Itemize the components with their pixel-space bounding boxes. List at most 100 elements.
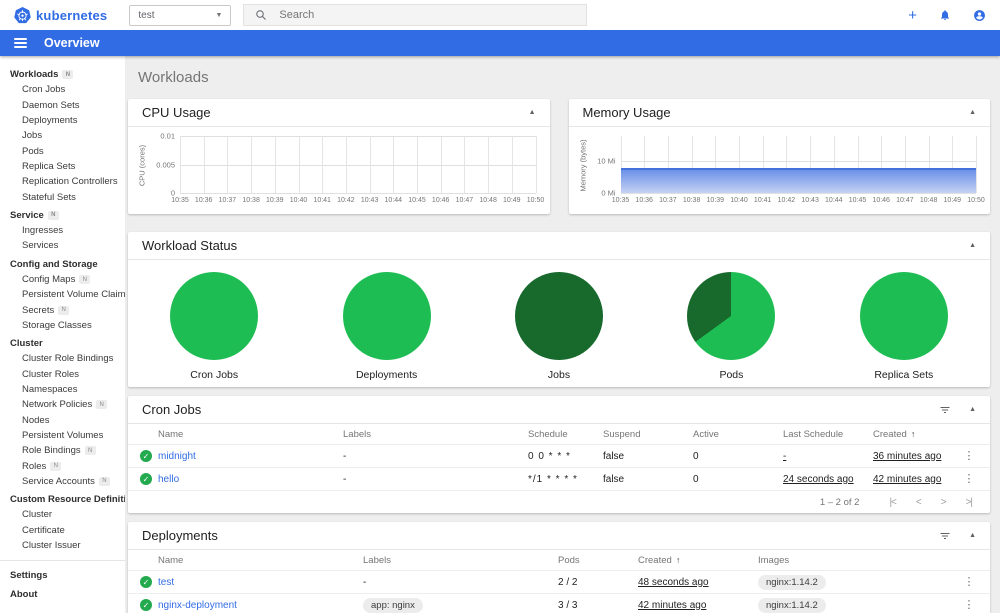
sidebar-item-jobs[interactable]: Jobs: [0, 128, 125, 143]
sidebar-item-nodes[interactable]: Nodes: [0, 413, 125, 428]
column-header-name[interactable]: Name: [158, 555, 363, 566]
sidebar-item-deployments[interactable]: Deployments: [0, 113, 125, 128]
column-header-labels[interactable]: Labels: [343, 429, 528, 440]
first-page-icon[interactable]: |<: [889, 497, 897, 508]
row-menu-button[interactable]: ⋮: [964, 577, 975, 588]
sidebar-item-cluster-role-bindings[interactable]: Cluster Role Bindings: [0, 351, 125, 366]
namespaced-badge: N: [96, 400, 108, 410]
sidebar-group-custom-resource-definitions[interactable]: Custom Resource Definitions: [0, 492, 125, 507]
labels-cell: -: [363, 576, 367, 588]
last-page-icon[interactable]: >|: [966, 497, 974, 508]
sidebar-item-cluster[interactable]: Cluster: [0, 507, 125, 522]
sidebar-group-service[interactable]: Service N: [0, 208, 125, 223]
sidebar-item-cluster-issuer[interactable]: Cluster Issuer: [0, 538, 125, 553]
resource-link[interactable]: hello: [158, 474, 179, 485]
label-chip: app: nginx: [363, 597, 423, 613]
row-menu-button[interactable]: ⋮: [964, 474, 975, 485]
namespace-selector[interactable]: test ▼: [129, 4, 232, 26]
status-ok-icon: ✓: [140, 450, 152, 462]
x-tick-label: 10:40: [730, 197, 748, 204]
pie-label: Pods: [719, 369, 744, 381]
x-tick-label: 10:45: [848, 197, 867, 204]
sidebar-item-namespaces[interactable]: Namespaces: [0, 382, 125, 397]
pie-chart[interactable]: [687, 272, 776, 360]
y-tick-label: 10 Mi: [597, 156, 616, 165]
sidebar-item-ingresses[interactable]: Ingresses: [0, 223, 125, 238]
create-resource-button[interactable]: +: [908, 8, 917, 23]
resource-link[interactable]: test: [158, 577, 174, 588]
last-schedule-cell: -: [783, 451, 873, 462]
x-tick-label: 10:35: [611, 197, 630, 204]
y-tick-label: 0.005: [156, 160, 175, 169]
workload-status-pies: Cron Jobs Deployments Jobs Pods Replica Sets: [128, 260, 990, 381]
x-tick-label: 10:50: [967, 197, 985, 204]
images-cell: nginx:1.14.2: [758, 574, 956, 590]
sidebar-item-label: Config Maps: [22, 274, 76, 285]
collapse-icon[interactable]: ▲: [969, 532, 976, 539]
next-page-icon[interactable]: >: [941, 497, 947, 508]
collapse-icon[interactable]: ▲: [969, 406, 976, 413]
sidebar-item-stateful-sets[interactable]: Stateful Sets: [0, 189, 125, 204]
sidebar-group-settings[interactable]: Settings: [0, 568, 125, 583]
filter-icon[interactable]: [939, 530, 951, 542]
resource-link[interactable]: nginx-deployment: [158, 600, 237, 611]
menu-icon[interactable]: [14, 37, 27, 49]
sidebar-item-storage-classes[interactable]: Storage Classes: [0, 318, 125, 333]
sidebar-item-roles[interactable]: Roles N: [0, 458, 125, 473]
card-title: Memory Usage: [582, 105, 671, 120]
notifications-icon[interactable]: [939, 9, 951, 21]
collapse-icon[interactable]: ▲: [529, 109, 536, 116]
sidebar-group-workloads[interactable]: Workloads N: [0, 67, 125, 82]
sidebar-item-replica-sets[interactable]: Replica Sets: [0, 159, 125, 174]
sidebar-item-replication-controllers[interactable]: Replication Controllers: [0, 174, 125, 189]
kubernetes-logo[interactable]: kubernetes: [14, 6, 107, 24]
pie-chart[interactable]: [342, 272, 431, 360]
sidebar-item-persistent-volumes[interactable]: Persistent Volumes: [0, 428, 125, 443]
column-header-created[interactable]: Created ↑: [873, 429, 956, 440]
sidebar-item-pods[interactable]: Pods: [0, 143, 125, 158]
sidebar-item-services[interactable]: Services: [0, 238, 125, 253]
pie-chart[interactable]: [859, 272, 948, 360]
column-header-labels[interactable]: Labels: [363, 555, 558, 566]
previous-page-icon[interactable]: <: [916, 497, 922, 508]
pie-chart[interactable]: [515, 272, 604, 360]
row-menu-button[interactable]: ⋮: [964, 451, 975, 462]
namespaced-badge: N: [58, 305, 70, 315]
x-tick-label: 10:41: [753, 197, 772, 204]
x-tick-label: 10:43: [360, 197, 379, 204]
sidebar-item-cron-jobs[interactable]: Cron Jobs: [0, 82, 125, 97]
sidebar-item-config-maps[interactable]: Config Maps N: [0, 272, 125, 287]
sidebar-item-daemon-sets[interactable]: Daemon Sets: [0, 98, 125, 113]
collapse-icon[interactable]: ▲: [969, 242, 976, 249]
sidebar-item-secrets[interactable]: Secrets N: [0, 302, 125, 317]
sidebar-group-cluster[interactable]: Cluster: [0, 336, 125, 351]
column-header-name[interactable]: Name: [158, 429, 343, 440]
account-icon[interactable]: [973, 9, 986, 22]
column-header-images[interactable]: Images: [758, 555, 956, 566]
row-menu-button[interactable]: ⋮: [964, 600, 975, 611]
sidebar-item-service-accounts[interactable]: Service Accounts N: [0, 474, 125, 489]
card-title: CPU Usage: [142, 105, 211, 120]
sidebar-item-certificate[interactable]: Certificate: [0, 523, 125, 538]
column-header-schedule[interactable]: Schedule: [528, 429, 603, 440]
x-tick-label: 10:50: [526, 197, 545, 204]
filter-icon[interactable]: [939, 404, 951, 416]
relative-time: -: [783, 450, 787, 462]
sidebar-group-about[interactable]: About: [0, 587, 125, 602]
column-header-pods[interactable]: Pods: [558, 555, 638, 566]
collapse-icon[interactable]: ▲: [969, 109, 976, 116]
sidebar-item-network-policies[interactable]: Network Policies N: [0, 397, 125, 412]
sidebar-item-cluster-roles[interactable]: Cluster Roles: [0, 367, 125, 382]
column-header-suspend[interactable]: Suspend: [603, 429, 693, 440]
column-header-active[interactable]: Active: [693, 429, 783, 440]
main-content: Workloads CPU Usage ▲ CPU (cores) 10:35 1…: [125, 56, 1000, 613]
sidebar-group-config-and-storage[interactable]: Config and Storage: [0, 257, 125, 272]
sidebar-item-persistent-volume-claims[interactable]: Persistent Volume ClaimsN: [0, 287, 125, 302]
sidebar-item-role-bindings[interactable]: Role Bindings N: [0, 443, 125, 458]
column-header-last-schedule[interactable]: Last Schedule: [783, 429, 873, 440]
resource-link[interactable]: midnight: [158, 451, 196, 462]
column-header-created[interactable]: Created ↑: [638, 555, 758, 566]
pie-chart[interactable]: [170, 272, 259, 360]
sort-ascending-icon: ↑: [910, 429, 916, 439]
search-input[interactable]: Search: [243, 4, 588, 26]
